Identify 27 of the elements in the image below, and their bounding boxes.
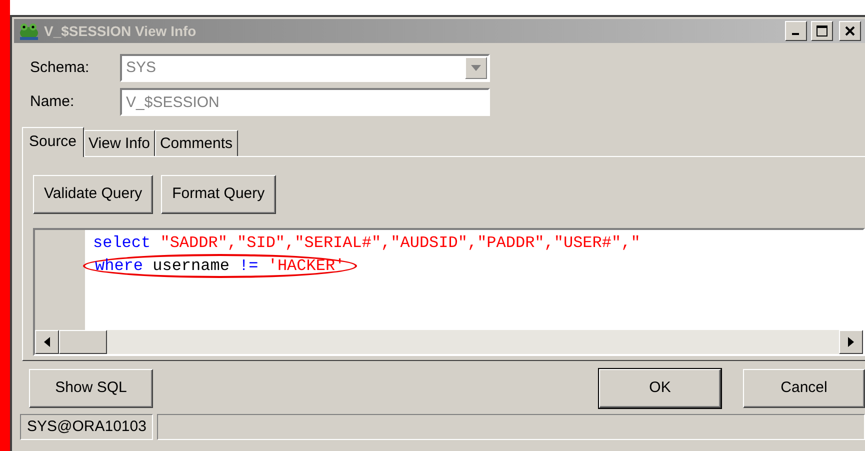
close-button[interactable] bbox=[839, 21, 861, 41]
tab[interactable]: View Info bbox=[84, 130, 155, 156]
scroll-left-button[interactable] bbox=[35, 330, 59, 354]
validate-query-button[interactable]: Validate Query bbox=[33, 175, 154, 214]
scroll-right-button[interactable] bbox=[839, 330, 863, 354]
code-line: select "SADDR","SID","SERIAL#","AUDSID","PADDR","USER#"," bbox=[93, 234, 640, 252]
dialog-button[interactable]: OK bbox=[599, 369, 721, 408]
dialog-button[interactable]: Cancel bbox=[743, 369, 865, 408]
format-query-button[interactable]: Format Query bbox=[161, 175, 276, 214]
tab[interactable]: Source bbox=[22, 127, 84, 157]
maximize-button[interactable] bbox=[811, 21, 833, 41]
field-label: Name: bbox=[30, 92, 76, 112]
close-icon[interactable] bbox=[845, 26, 855, 36]
minimize-button[interactable] bbox=[785, 21, 807, 41]
right-arrow-icon[interactable] bbox=[848, 337, 854, 347]
frog-icon bbox=[18, 21, 40, 41]
status-text: SYS@ORA10103 bbox=[20, 414, 154, 440]
tab[interactable]: Comments bbox=[154, 130, 238, 156]
field-label: Schema: bbox=[30, 58, 90, 78]
scrollbar-thumb[interactable] bbox=[59, 330, 107, 354]
window-title: V_$SESSION View Info bbox=[44, 22, 198, 40]
sql-editor[interactable]: select "SADDR","SID","SERIAL#","AUDSID","PADDR","USER#"," where username != 'HACKER' bbox=[33, 228, 865, 356]
code-line: where username != 'HACKER' bbox=[95, 257, 345, 275]
maximize-icon[interactable] bbox=[816, 25, 828, 37]
horizontal-scrollbar[interactable] bbox=[35, 330, 863, 354]
left-arrow-icon[interactable] bbox=[44, 337, 50, 347]
dialog-button[interactable]: Show SQL bbox=[29, 369, 153, 408]
